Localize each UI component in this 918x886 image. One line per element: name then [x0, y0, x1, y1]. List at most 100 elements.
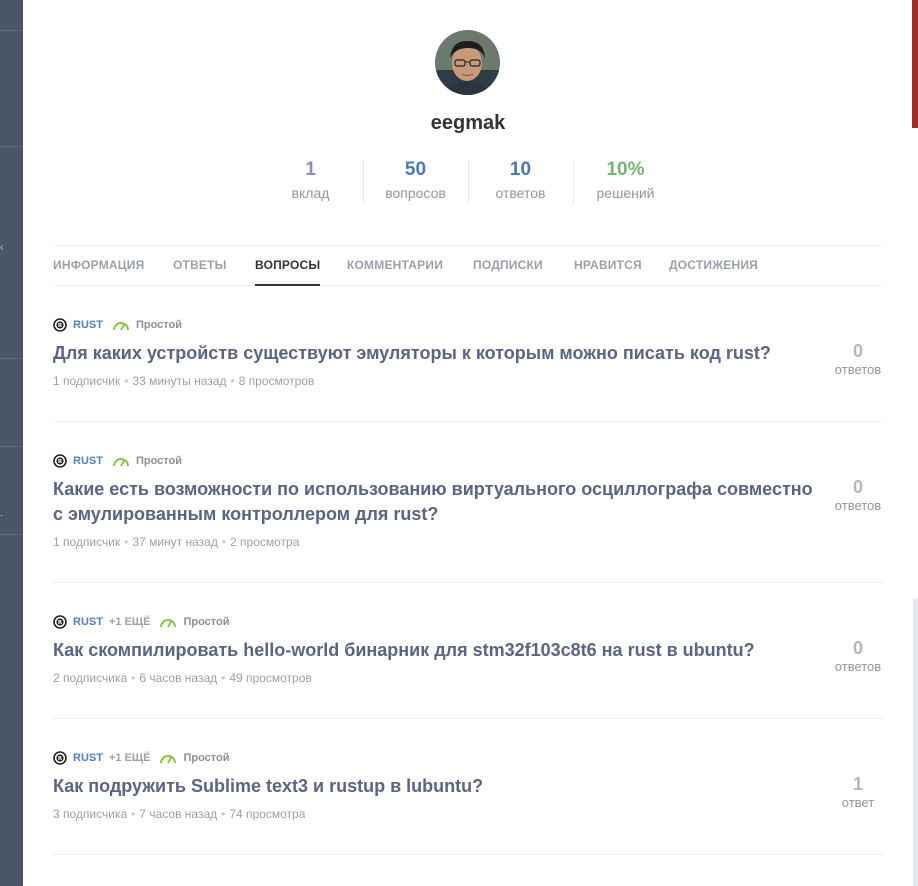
stat-label: решений	[596, 185, 655, 201]
speedometer-icon	[160, 619, 177, 628]
rust-logo-icon[interactable]: R	[53, 454, 67, 468]
left-sidebar-rail: ‹ ·	[0, 0, 23, 886]
question-list: R RUST Простой Для каких устройств сущес…	[53, 286, 883, 855]
separator-dot: •	[131, 671, 136, 685]
stat-questions[interactable]: 50 вопросов	[363, 158, 468, 204]
stat-answers[interactable]: 10 ответов	[468, 158, 573, 204]
tag-link[interactable]: RUST	[73, 752, 103, 764]
question-tags: R RUST Простой	[53, 318, 182, 332]
stat-solutions[interactable]: 10% решений	[573, 158, 678, 204]
question-meta: 2 подписчика • 6 часов назад • 49 просмотров	[53, 671, 312, 685]
tab-questions[interactable]: ВОПРОСЫ	[255, 246, 321, 286]
speedometer-icon	[112, 458, 129, 467]
question-title-link[interactable]: Для каких устройств существуют эмуляторы…	[53, 341, 813, 366]
more-tags-link[interactable]: +1 ЕЩЁ	[109, 752, 151, 764]
rail-divider	[0, 446, 23, 447]
separator-dot: •	[230, 374, 235, 388]
question-meta: 1 подписчик • 37 минут назад • 2 просмотра	[53, 535, 299, 549]
stat-contribution[interactable]: 1 вклад	[258, 158, 363, 204]
views-count: 2 просмотра	[230, 535, 300, 549]
separator-dot: •	[124, 374, 129, 388]
stat-label: вопросов	[385, 185, 446, 201]
rail-divider	[0, 358, 23, 359]
subscribers-count: 1 подписчик	[53, 535, 121, 549]
answers-label: ответов	[834, 362, 882, 377]
stat-value: 50	[404, 159, 427, 180]
answers-count: 0	[852, 638, 863, 658]
tag-link[interactable]: RUST	[73, 319, 103, 331]
speedometer-icon	[160, 755, 177, 764]
right-accent-bar	[912, 0, 918, 128]
rust-logo-icon[interactable]: R	[53, 751, 67, 765]
stat-value: 10%	[606, 159, 645, 180]
question-time: 33 минуты назад	[132, 374, 227, 388]
tab-answers[interactable]: ОТВЕТЫ	[173, 246, 227, 286]
tab-achievements[interactable]: ДОСТИЖЕНИЯ	[669, 246, 758, 286]
rail-divider	[0, 534, 23, 535]
rust-logo-icon[interactable]: R	[53, 615, 67, 629]
answers-counter[interactable]: 0 ответов	[813, 476, 903, 513]
question-item: R RUST +1 ЕЩЁ Простой Как подружить Subl…	[53, 719, 883, 855]
views-count: 74 просмотра	[229, 807, 306, 821]
question-meta: 3 подписчика • 7 часов назад • 74 просмотра	[53, 807, 305, 821]
page-scrollbar[interactable]	[913, 598, 918, 886]
separator-dot: •	[221, 807, 226, 821]
separator-dot: •	[131, 807, 136, 821]
tag-link[interactable]: RUST	[73, 455, 103, 467]
more-tags-link[interactable]: +1 ЕЩЁ	[109, 616, 151, 628]
answers-label: ответ	[841, 795, 875, 810]
rail-divider	[0, 30, 23, 31]
profile-tabs: ИНФОРМАЦИЯ ОТВЕТЫ ВОПРОСЫ КОММЕНТАРИИ ПО…	[53, 245, 883, 286]
answers-counter[interactable]: 1 ответ	[813, 773, 903, 810]
question-tags: R RUST +1 ЕЩЁ Простой	[53, 615, 230, 629]
tab-info[interactable]: ИНФОРМАЦИЯ	[53, 246, 144, 286]
subscribers-count: 3 подписчика	[53, 807, 128, 821]
question-title-link[interactable]: Какие есть возможности по использованию …	[53, 477, 813, 527]
question-meta: 1 подписчик • 33 минуты назад • 8 просмотров	[53, 374, 314, 388]
question-title-link[interactable]: Как подружить Sublime text3 и rustup в l…	[53, 774, 813, 799]
rust-logo-icon[interactable]: R	[53, 318, 67, 332]
question-item: R RUST +1 ЕЩЁ Простой Как скомпилировать…	[53, 583, 883, 719]
tag-link[interactable]: RUST	[73, 616, 103, 628]
question-tags: R RUST +1 ЕЩЁ Простой	[53, 751, 230, 765]
question-time: 7 часов назад	[139, 807, 218, 821]
subscribers-count: 2 подписчика	[53, 671, 128, 685]
answers-counter[interactable]: 0 ответов	[813, 637, 903, 674]
question-title-link[interactable]: Как скомпилировать hello-world бинарник …	[53, 638, 813, 663]
separator-dot: •	[221, 535, 227, 549]
separator-dot: •	[221, 671, 226, 685]
stat-value: 1	[305, 159, 316, 180]
tab-subscriptions[interactable]: ПОДПИСКИ	[473, 246, 543, 286]
question-item: R RUST Простой Для каких устройств сущес…	[53, 286, 883, 422]
answers-count: 0	[852, 477, 863, 497]
rail-divider	[0, 146, 23, 147]
answers-label: ответов	[834, 498, 882, 513]
subscribers-count: 1 подписчик	[53, 374, 121, 388]
rail-partial-glyph: ‹	[0, 242, 4, 253]
stat-value: 10	[509, 159, 532, 180]
answers-label: ответов	[834, 659, 882, 674]
profile-username: eegmak	[430, 112, 506, 134]
answers-count: 0	[852, 341, 863, 361]
difficulty-label: Простой	[183, 752, 230, 764]
difficulty-label: Простой	[135, 455, 182, 467]
separator-dot: •	[124, 535, 129, 549]
question-time: 6 часов назад	[139, 671, 218, 685]
answers-counter[interactable]: 0 ответов	[813, 340, 903, 377]
rail-partial-glyph: ·	[0, 510, 4, 521]
difficulty-label: Простой	[183, 616, 230, 628]
tab-comments[interactable]: КОММЕНТАРИИ	[347, 246, 443, 286]
question-time: 37 минут назад	[132, 535, 218, 549]
tab-likes[interactable]: НРАВИТСЯ	[574, 246, 642, 286]
answers-count: 1	[852, 774, 863, 794]
views-count: 8 просмотров	[238, 374, 315, 388]
profile-stats: 1 вклад 50 вопросов 10 ответов 10% решен…	[258, 158, 678, 204]
speedometer-icon	[112, 322, 129, 331]
question-tags: R RUST Простой	[53, 454, 182, 468]
views-count: 49 просмотров	[229, 671, 312, 685]
avatar-photo	[435, 30, 500, 95]
difficulty-label: Простой	[135, 319, 182, 331]
avatar[interactable]	[435, 30, 500, 95]
question-item: R RUST Простой Какие есть возможности по…	[53, 422, 883, 583]
stat-label: ответов	[495, 185, 546, 201]
